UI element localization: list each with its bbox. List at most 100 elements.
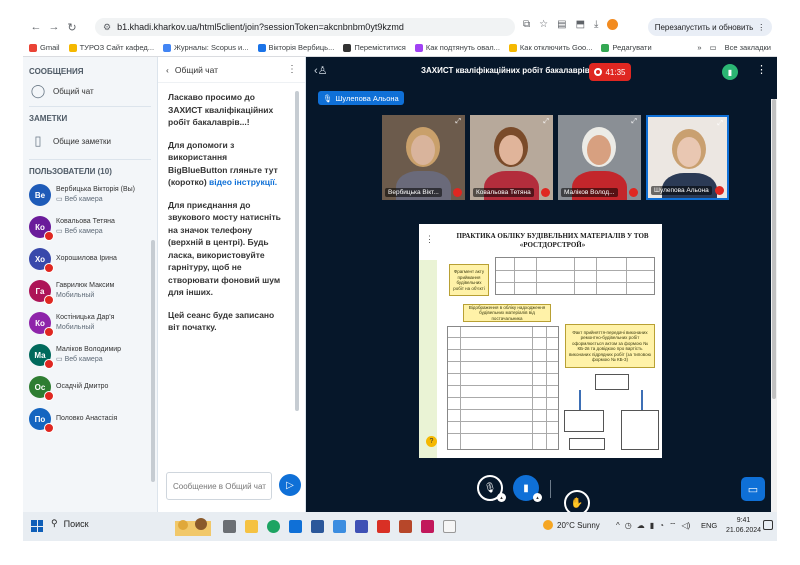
- user-list-item[interactable]: Ко Костіницька Дар'я Мобильный: [23, 307, 157, 339]
- pdf-icon[interactable]: [377, 520, 390, 533]
- fullscreen-icon[interactable]: ⤢: [543, 118, 549, 126]
- slide-table-top: [495, 257, 655, 295]
- bookmark-item[interactable]: Переміститися: [343, 43, 406, 52]
- chat-message-input[interactable]: Сообщение в Общий чат: [166, 472, 272, 500]
- toggle-userlist-icon[interactable]: ‹♙: [314, 64, 328, 77]
- weather-text: 20°C Sunny: [557, 520, 600, 530]
- muted-mic-icon: [629, 188, 638, 197]
- edge-icon[interactable]: [333, 520, 346, 533]
- download-icon[interactable]: ⤓: [594, 19, 598, 30]
- bookmark-star-icon[interactable]: ☆: [539, 19, 548, 30]
- video-tile[interactable]: ⤢ Вербицька Вікт...: [382, 115, 465, 200]
- tray-app-icon[interactable]: ◷: [625, 521, 632, 531]
- tab-search-icon[interactable]: ▤: [557, 19, 566, 30]
- fullscreen-icon[interactable]: ⤢: [455, 118, 461, 126]
- clock[interactable]: 9:41 21.06.2024: [726, 516, 761, 536]
- shared-notes-item[interactable]: ▯ Общие заметки: [23, 126, 157, 156]
- user-list-scrollbar[interactable]: [151, 240, 155, 482]
- powerpoint-icon[interactable]: [399, 520, 412, 533]
- chat-header: ‹ Общий чат ⋮: [158, 57, 305, 83]
- notifications-icon[interactable]: [763, 520, 773, 530]
- video-instructions-link[interactable]: відео інструкції.: [209, 177, 277, 187]
- bookmark-item[interactable]: Вікторія Вербиць...: [257, 43, 334, 52]
- bookmark-item[interactable]: ТУРОЗ Сайт кафед...: [68, 43, 154, 52]
- user-list-item[interactable]: Ос Осадчій Дмитро: [23, 371, 157, 403]
- weather-widget[interactable]: 20°C Sunny: [543, 520, 600, 530]
- user-list-item[interactable]: Ве Вербицька Вікторія (Вы) ▭ Веб камера: [23, 179, 157, 211]
- extensions-icon[interactable]: ⬒: [576, 19, 585, 30]
- chevron-left-icon[interactable]: ‹: [166, 65, 169, 75]
- windows-start-icon[interactable]: [31, 520, 43, 532]
- all-bookmarks-link[interactable]: Все закладки: [725, 43, 771, 52]
- chrome-icon[interactable]: [267, 520, 280, 533]
- cloud-icon[interactable]: ☁: [637, 521, 645, 531]
- user-list-item[interactable]: Ма Маліков Володимир ▭ Веб камера: [23, 339, 157, 371]
- task-view-icon[interactable]: [223, 520, 236, 533]
- app-icon[interactable]: [421, 520, 434, 533]
- camera-options-icon[interactable]: ▴: [533, 493, 542, 502]
- file-explorer-icon[interactable]: [245, 520, 258, 533]
- word-icon[interactable]: [311, 520, 324, 533]
- install-app-icon[interactable]: ⧉: [523, 19, 530, 30]
- relaunch-update-button[interactable]: Перезапустить и обновить ⋮: [648, 18, 772, 36]
- bookmark-item[interactable]: Как отключить Goo...: [508, 43, 592, 52]
- user-list-item[interactable]: По Половко Анастасія: [23, 403, 157, 435]
- user-list-item[interactable]: Ко Ковальова Тетяна ▭ Веб камера: [23, 211, 157, 243]
- users-section-title: ПОЛЬЗОВАТЕЛИ (10): [29, 166, 112, 176]
- reload-icon[interactable]: ↻: [63, 21, 81, 34]
- fullscreen-icon[interactable]: ⤢: [631, 118, 637, 126]
- volume-icon[interactable]: ◁): [682, 521, 691, 531]
- help-message: Для допомоги з використання BigBlueButto…: [168, 139, 278, 188]
- bookmarks-overflow-icon[interactable]: »: [697, 43, 701, 52]
- back-icon[interactable]: ←: [27, 21, 45, 33]
- site-settings-icon[interactable]: ⚙: [103, 22, 111, 33]
- talking-indicator[interactable]: 🎙 Шулепова Альона: [318, 91, 404, 105]
- recording-indicator[interactable]: 41:35: [589, 63, 631, 81]
- wifi-icon[interactable]: ⌔: [669, 521, 677, 531]
- webcam-icon: ▭: [56, 228, 65, 235]
- user-list-item[interactable]: Хо Хорошилова Ірина: [23, 243, 157, 275]
- slide-flow-arrow: [579, 390, 581, 410]
- taskbar-search[interactable]: ⚲ Поиск: [51, 518, 89, 529]
- muted-mic-icon: [44, 423, 54, 433]
- forward-icon[interactable]: →: [45, 21, 63, 33]
- participant-face: [587, 135, 611, 165]
- bookmark-item[interactable]: Gmail: [29, 43, 60, 52]
- address-bar[interactable]: ⚙ b1.khadi.kharkov.ua/html5client/join?s…: [95, 18, 515, 36]
- bookmark-item[interactable]: Как подтянуть овал...: [414, 43, 500, 52]
- options-menu-icon[interactable]: ⋮: [756, 63, 767, 76]
- bookmark-item[interactable]: Журналы: Scopus и...: [163, 43, 249, 52]
- user-list-item[interactable]: Га Гаврилюк Максим Мобильный: [23, 275, 157, 307]
- profile-avatar-icon[interactable]: [607, 19, 619, 30]
- language-indicator[interactable]: ENG: [701, 521, 717, 530]
- search-highlight-art-icon: [175, 518, 211, 536]
- video-tile[interactable]: ⤢ Ковальова Тетяна: [470, 115, 553, 200]
- tile-participant-name: Шулепова Альона: [651, 186, 712, 195]
- user-text: Гаврилюк Максим Мобильный: [56, 281, 114, 301]
- mail-icon[interactable]: [289, 520, 302, 533]
- mic-options-icon[interactable]: ▴: [497, 493, 506, 502]
- presentation-menu-icon[interactable]: ⋮: [425, 234, 434, 245]
- mic-tray-icon[interactable]: ▮: [650, 521, 654, 531]
- mic-off-icon: 🎙: [483, 482, 497, 494]
- video-tile[interactable]: ⤢ Шулепова Альона: [646, 115, 729, 200]
- app-icon[interactable]: [355, 520, 368, 533]
- browser-actions: ⧉ ☆ ▤ ⬒ ⤓: [523, 19, 619, 30]
- bookmark-favicon-icon: [68, 43, 77, 52]
- fullscreen-icon[interactable]: ⤢: [717, 120, 723, 128]
- network-icon[interactable]: ◔: [659, 521, 664, 531]
- page-scrollbar[interactable]: [771, 99, 777, 541]
- chat-options-icon[interactable]: ⋮: [287, 64, 297, 75]
- connection-status-icon[interactable]: ▮: [722, 64, 738, 80]
- document-icon[interactable]: [443, 520, 456, 533]
- chat-scrollbar[interactable]: [295, 91, 299, 411]
- video-tile[interactable]: ⤢ Маліков Волод...: [558, 115, 641, 200]
- bookmark-item[interactable]: Редагувати: [601, 43, 652, 52]
- send-message-button[interactable]: ▷: [279, 474, 301, 496]
- user-text: Ковальова Тетяна ▭ Веб камера: [56, 217, 115, 237]
- scrollbar-thumb[interactable]: [772, 99, 776, 399]
- bookmark-favicon-icon: [601, 43, 610, 52]
- presentation-toggle-button[interactable]: ▭: [741, 477, 765, 501]
- chevron-up-icon[interactable]: ^: [616, 521, 620, 531]
- public-chat-item[interactable]: ◯ Общий чат: [23, 79, 157, 103]
